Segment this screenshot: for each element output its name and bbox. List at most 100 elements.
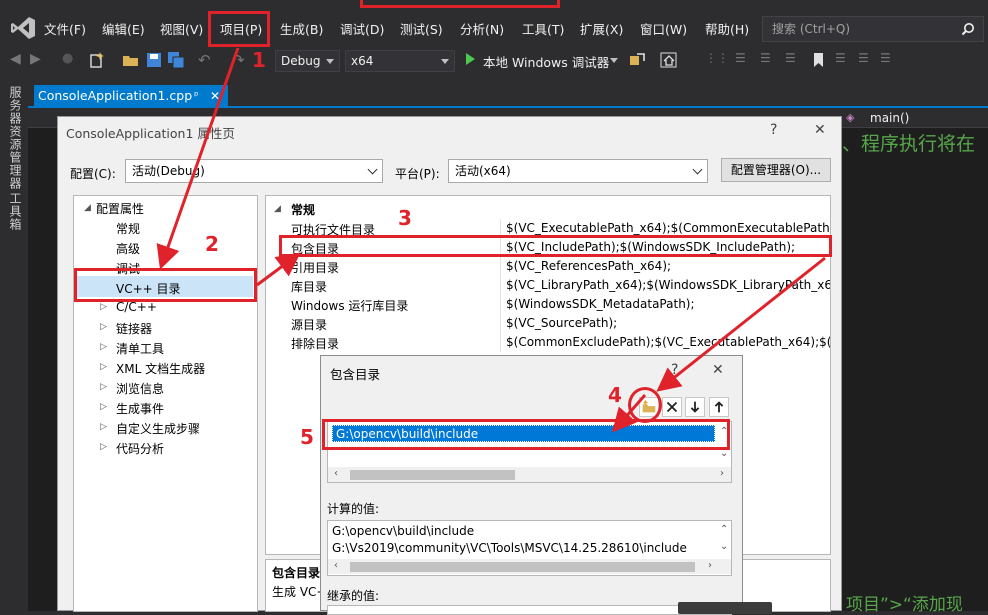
tree-item-cpp[interactable]: C/C++ [116,300,157,314]
prop-row[interactable]: 库目录 $(VC_LibraryPath_x64);$(WindowsSDK_Li… [266,276,830,295]
scroll-up-icon[interactable]: ⌃ [720,524,728,535]
comment-icon[interactable]: ☰ [785,51,803,69]
tab-console-application[interactable]: ConsoleApplication1.cpp ᵖ ✕ [34,85,228,108]
desc-text: 生成 VC+ [272,585,327,599]
prop-row[interactable]: 源目录 $(VC_SourcePath); [266,314,830,333]
undo-icon[interactable]: ↶ [198,51,216,69]
collapsed-caret-icon[interactable]: ▷ [100,362,107,372]
new-project-icon[interactable] [88,51,106,69]
tree-item-general[interactable]: 常规 [116,220,140,237]
bookmark-next-icon[interactable]: ☰ [858,51,876,69]
inc-close-button[interactable]: ✕ [712,362,724,378]
annotation-box-vc-directories [74,268,257,302]
collapsed-caret-icon[interactable]: ▷ [100,402,107,412]
menu-debug[interactable]: 调试(D) [340,20,384,40]
platform-combo[interactable]: x64 [345,50,455,72]
run-dropdown-icon[interactable] [610,58,618,63]
tree-item-custom-build[interactable]: 自定义生成步骤 [116,420,200,437]
search-box[interactable]: 搜索 (Ctrl+Q) [762,16,984,42]
collapsed-caret-icon[interactable]: ▷ [100,302,107,312]
save-icon[interactable] [145,51,163,69]
menu-edit[interactable]: 编辑(E) [102,20,145,40]
annotation-box-include-entry [322,419,730,450]
scroll-down-icon[interactable]: ⌄ [720,541,728,552]
collapsed-caret-icon[interactable]: ▷ [100,322,107,332]
platform-select[interactable]: 活动(x64) [448,159,708,183]
menu-help[interactable]: 帮助(H) [705,20,749,40]
calc-hscrollbar[interactable]: ‹ › [328,559,731,574]
step-icon[interactable]: ⋮⋮ [705,51,729,69]
save-all-icon[interactable] [167,51,185,69]
scroll-thumb[interactable] [350,470,515,480]
annotation-box-include-row [279,235,832,257]
dialog-title: ConsoleApplication1 属性页 [66,126,235,141]
forward-icon[interactable]: ▶ [30,51,48,69]
attach-icon[interactable] [628,51,646,69]
expand-caret-icon[interactable]: ◢ [84,203,91,213]
tree-item-code-analysis[interactable]: 代码分析 [116,440,164,457]
scroll-left-icon[interactable]: ‹ [334,560,338,571]
close-tab-icon[interactable]: ✕ [210,85,220,107]
redo-icon[interactable]: ↷ [232,51,250,69]
tree-item-manifest[interactable]: 清单工具 [116,340,164,357]
list-hscrollbar[interactable]: ‹ › [328,467,731,482]
tree-item-build-events[interactable]: 生成事件 [116,400,164,417]
delete-line-icon[interactable] [662,397,682,417]
move-up-icon[interactable] [709,397,729,417]
scroll-right-icon[interactable]: › [708,560,712,571]
collapsed-caret-icon[interactable]: ▷ [100,342,107,352]
bookmark-prev-icon[interactable]: ☰ [835,51,853,69]
menu-view[interactable]: 视图(V) [160,20,203,40]
menu-window[interactable]: 窗口(W) [640,20,687,40]
prop-row[interactable]: 引用目录 $(VC_ReferencesPath_x64); [266,257,830,276]
tree-root[interactable]: 配置属性 [96,200,144,217]
menu-file[interactable]: 文件(F) [44,20,86,40]
solution-config-combo[interactable]: Debug [275,50,340,72]
annotation-number-2: 2 [205,232,219,256]
collapsed-caret-icon[interactable]: ▷ [100,442,107,452]
home-icon[interactable] [660,51,678,69]
standard-toolbar: ◀ ▶ ● ↶ ↷ Debug x64 本地 Windows 调试器 ⋮⋮ ☰ … [0,44,988,76]
scroll-right-icon[interactable]: › [720,468,724,479]
tree-item-advanced[interactable]: 高级 [116,240,140,257]
nav-scope[interactable]: main() [870,111,909,125]
prop-row[interactable]: Windows 运行库目录 $(WindowsSDK_MetadataPath); [266,295,830,314]
tree-item-browse[interactable]: 浏览信息 [116,380,164,397]
collapsed-caret-icon[interactable]: ▷ [100,422,107,432]
open-folder-icon[interactable] [122,51,140,69]
outdent-icon[interactable]: ☰ [760,51,778,69]
collapsed-caret-icon[interactable]: ▷ [100,382,107,392]
move-down-icon[interactable] [685,397,705,417]
bookmark-clear-icon[interactable]: ☰ [880,51,898,69]
calculated-values-box: G:\opencv\build\include G:\Vs2019\commun… [327,520,732,576]
toolbox-tab[interactable]: 工具箱 [7,192,24,231]
menu-build[interactable]: 生成(B) [280,20,323,40]
menu-tools[interactable]: 工具(T) [522,20,564,40]
start-debug-button[interactable]: 本地 Windows 调试器 [483,52,609,71]
config-select[interactable]: 活动(Debug) [125,159,383,183]
scroll-thumb[interactable] [350,562,695,572]
start-debug-icon[interactable] [466,53,475,65]
bookmark-icon[interactable] [810,51,828,69]
scroll-left-icon[interactable]: ‹ [334,468,338,479]
prop-value: $(CommonExcludePath);$(VC_ExecutablePath… [506,335,830,349]
menu-extensions[interactable]: 扩展(X) [580,20,623,40]
indent-icon[interactable]: ☰ [735,51,753,69]
back-icon[interactable]: ◀ [10,51,28,69]
search-icon [961,23,974,36]
tree-item-xml[interactable]: XML 文档生成器 [116,360,205,377]
tree-item-linker[interactable]: 链接器 [116,320,152,337]
code-comment-top: 、程序执行将在 [842,133,976,155]
help-button[interactable]: ? [770,122,777,138]
inc-help-button[interactable]: ? [671,362,678,378]
config-manager-button[interactable]: 配置管理器(O)... [721,158,831,182]
pin-icon[interactable]: ᵖ [194,85,199,107]
prop-row[interactable]: 排除目录 $(CommonExcludePath);$(VC_Executable… [266,333,830,352]
menu-test[interactable]: 测试(S) [400,20,443,40]
server-explorer-tab[interactable]: 服务器资源管理器 [7,86,24,190]
prop-name: 库目录 [291,280,328,294]
close-button[interactable]: ✕ [814,122,826,138]
section-caret-icon[interactable]: ◢ [274,204,281,214]
menu-analyze[interactable]: 分析(N) [460,20,504,40]
forward-circle-icon[interactable]: ● [62,51,80,69]
